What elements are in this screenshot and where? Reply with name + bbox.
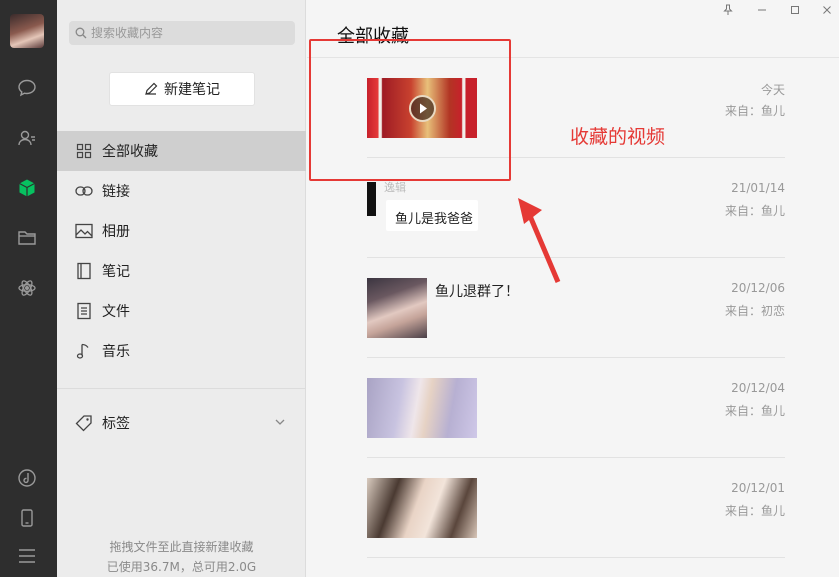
item-source: 来自：鱼儿 — [724, 404, 785, 418]
link-icon — [74, 181, 94, 201]
list-item[interactable]: 20/12/04 来自：鱼儿 — [367, 358, 785, 458]
new-note-button[interactable]: 新建笔记 — [109, 72, 255, 106]
favorites-cube-icon[interactable] — [16, 177, 38, 199]
nav-item-links[interactable]: 链接 — [57, 171, 306, 211]
file-icon — [74, 301, 94, 321]
chat-icon[interactable] — [16, 77, 38, 99]
nav-item-label: 音乐 — [102, 344, 130, 360]
list-item[interactable]: 鱼儿退群了！ 20/12/06 来自：初恋 — [367, 258, 785, 358]
item-date: 今天 — [760, 83, 785, 97]
nav-item-label: 全部收藏 — [102, 144, 158, 160]
image-icon — [74, 221, 94, 241]
music-note-icon — [74, 341, 94, 361]
menu-icon[interactable] — [16, 545, 38, 567]
music-icon[interactable] — [16, 467, 38, 489]
maximize-icon[interactable] — [788, 3, 802, 17]
drop-hint: 拖拽文件至此直接新建收藏 — [109, 540, 254, 554]
avatar[interactable] — [10, 14, 44, 48]
chat-avatar — [367, 182, 376, 216]
search-input[interactable] — [91, 26, 281, 40]
phone-icon[interactable] — [16, 507, 38, 529]
tag-icon — [74, 413, 94, 433]
annotation-arrow-icon — [518, 198, 561, 283]
chevron-down-icon[interactable] — [274, 416, 286, 428]
category-list: 全部收藏 链接 相册 笔记 文件 音乐 — [57, 131, 306, 371]
list-item[interactable]: 20/12/01 来自：鱼儿 — [367, 458, 785, 558]
folder-icon[interactable] — [16, 227, 38, 249]
nav-item-album[interactable]: 相册 — [57, 211, 306, 251]
nav-item-all[interactable]: 全部收藏 — [57, 131, 306, 171]
app-rail — [0, 0, 57, 577]
storage-usage: 已使用36.7M，总可用2.0G — [106, 560, 257, 574]
item-date: 20/12/01 — [731, 481, 785, 495]
divider — [57, 388, 306, 389]
image-thumbnail[interactable] — [367, 478, 477, 538]
nav-item-files[interactable]: 文件 — [57, 291, 306, 331]
image-thumbnail[interactable] — [367, 378, 477, 438]
nav-item-notes[interactable]: 笔记 — [57, 251, 306, 291]
item-date: 20/12/06 — [731, 281, 785, 295]
item-source: 来自：初恋 — [724, 304, 785, 318]
nav-item-label: 相册 — [102, 224, 130, 240]
item-date: 21/01/14 — [731, 181, 785, 195]
new-note-label: 新建笔记 — [164, 82, 220, 98]
tags-section[interactable]: 标签 — [57, 403, 306, 443]
tags-label: 标签 — [102, 416, 130, 432]
item-date: 20/12/04 — [731, 381, 785, 395]
grid-icon — [74, 141, 94, 161]
search-icon — [75, 27, 87, 39]
favorites-sidebar: 新建笔记 全部收藏 链接 相册 笔记 文件 音乐 标签 — [57, 0, 306, 577]
nav-item-music[interactable]: 音乐 — [57, 331, 306, 371]
nav-item-label: 链接 — [102, 184, 130, 200]
pin-icon[interactable] — [721, 3, 735, 17]
nav-item-label: 笔记 — [102, 264, 130, 280]
contacts-icon[interactable] — [16, 127, 38, 149]
annotation-highlight-box — [309, 39, 511, 181]
item-source: 来自：鱼儿 — [724, 204, 785, 218]
chat-header: 逸辑 — [384, 181, 406, 194]
annotation-label: 收藏的视频 — [570, 126, 666, 148]
pencil-icon — [145, 82, 158, 95]
miniprogram-icon[interactable] — [16, 277, 38, 299]
nav-item-label: 文件 — [102, 304, 130, 320]
search-box[interactable] — [69, 21, 295, 45]
image-thumbnail[interactable] — [367, 278, 427, 338]
minimize-icon[interactable] — [755, 3, 769, 17]
item-source: 来自：鱼儿 — [724, 104, 785, 118]
chat-bubble: 鱼儿是我爸爸 — [386, 200, 478, 231]
close-icon[interactable] — [820, 3, 834, 17]
item-caption: 鱼儿退群了！ — [435, 284, 519, 300]
note-icon — [74, 261, 94, 281]
item-source: 来自：鱼儿 — [724, 504, 785, 518]
